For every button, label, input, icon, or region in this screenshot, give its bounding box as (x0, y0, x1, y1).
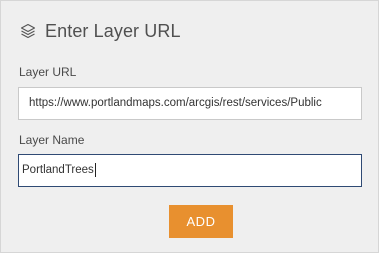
layers-icon (18, 21, 38, 41)
panel-header: Enter Layer URL (18, 19, 181, 43)
layer-url-input[interactable]: https://www.portlandmaps.com/arcgis/rest… (18, 87, 362, 120)
layer-url-value: https://www.portlandmaps.com/arcgis/rest… (29, 97, 322, 109)
layer-name-value: PortlandTrees (22, 164, 94, 176)
add-button[interactable]: ADD (169, 205, 233, 238)
layer-name-input[interactable]: PortlandTrees (18, 154, 362, 187)
panel-title: Enter Layer URL (45, 20, 181, 41)
layer-name-label: Layer Name (19, 133, 85, 147)
text-caret (94, 162, 96, 177)
layer-url-label: Layer URL (19, 65, 77, 79)
enter-layer-url-panel: Enter Layer URL Layer URL https://www.po… (0, 0, 379, 253)
